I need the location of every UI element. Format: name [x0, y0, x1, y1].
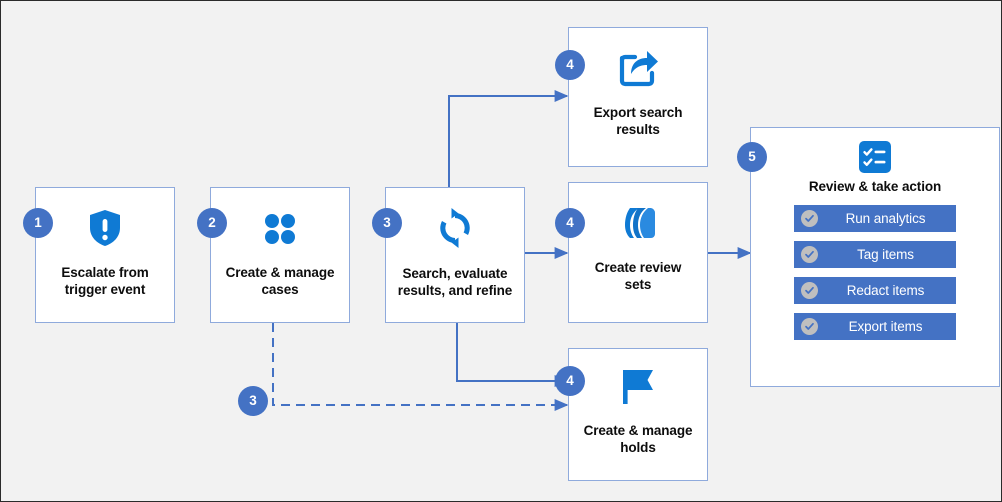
panel-review-title: Review & take action [808, 179, 942, 194]
card-label: Export search results [593, 105, 683, 138]
step-badge-2-number: 2 [208, 215, 216, 231]
step-badge-4-holds-number: 4 [566, 373, 574, 389]
card-label: Create & manage cases [225, 265, 335, 298]
check-circle-icon [801, 282, 818, 299]
step-badge-2: 2 [197, 208, 227, 238]
connector-cases-to-holds [272, 323, 569, 411]
card-search-evaluate-refine[interactable]: Search, evaluate results, and refine [385, 187, 525, 323]
dashed-branch-badge-3-number: 3 [249, 393, 257, 409]
card-label: Escalate from trigger event [61, 265, 149, 298]
action-button-label: Export items [848, 319, 923, 334]
step-badge-1-number: 1 [34, 215, 42, 231]
step-badge-5-number: 5 [748, 149, 756, 165]
action-button-redact-items[interactable]: Redact items [794, 277, 956, 304]
layers-stack-icon [617, 204, 659, 244]
step-badge-4-reviewsets-number: 4 [566, 215, 574, 231]
step-badge-4-export: 4 [555, 50, 585, 80]
action-button-label: Redact items [846, 283, 925, 298]
checklist-icon [859, 141, 891, 173]
card-export-search-results[interactable]: Export search results [568, 27, 708, 167]
action-button-label: Run analytics [845, 211, 926, 226]
export-share-icon [617, 48, 659, 88]
connector-search-to-export [448, 90, 569, 187]
four-dots-icon [260, 208, 300, 248]
step-badge-4-holds: 4 [555, 366, 585, 396]
check-circle-icon [801, 246, 818, 263]
connector-search-to-holds [456, 323, 569, 387]
card-create-manage-cases[interactable]: Create & manage cases [210, 187, 350, 323]
card-create-manage-holds[interactable]: Create & manage holds [568, 348, 708, 481]
dashed-branch-badge-3: 3 [238, 386, 268, 416]
action-button-export-items[interactable]: Export items [794, 313, 956, 340]
action-button-tag-items[interactable]: Tag items [794, 241, 956, 268]
step-badge-4-export-number: 4 [566, 57, 574, 73]
card-label: Create & manage holds [583, 423, 693, 456]
flag-icon [617, 366, 659, 406]
check-circle-icon [801, 318, 818, 335]
card-create-review-sets[interactable]: Create review sets [568, 182, 708, 323]
refresh-cycle-icon [434, 206, 476, 250]
action-button-list: Run analytics Tag items Redact items Exp… [794, 205, 956, 340]
step-badge-4-reviewsets: 4 [555, 208, 585, 238]
step-badge-1: 1 [23, 208, 53, 238]
shield-alert-icon [86, 208, 124, 248]
card-label: Create review sets [594, 260, 682, 293]
check-circle-icon [801, 210, 818, 227]
panel-review-take-action[interactable]: Review & take action Run analytics Tag i… [750, 127, 1000, 387]
step-badge-3: 3 [372, 208, 402, 238]
action-button-run-analytics[interactable]: Run analytics [794, 205, 956, 232]
card-label: Search, evaluate results, and refine [397, 266, 513, 299]
step-badge-3-number: 3 [383, 215, 391, 231]
card-escalate-from-trigger-event[interactable]: Escalate from trigger event [35, 187, 175, 323]
action-button-label: Tag items [857, 247, 914, 262]
diagram-canvas: Escalate from trigger event 1 Create & m… [0, 0, 1002, 502]
step-badge-5: 5 [737, 142, 767, 172]
